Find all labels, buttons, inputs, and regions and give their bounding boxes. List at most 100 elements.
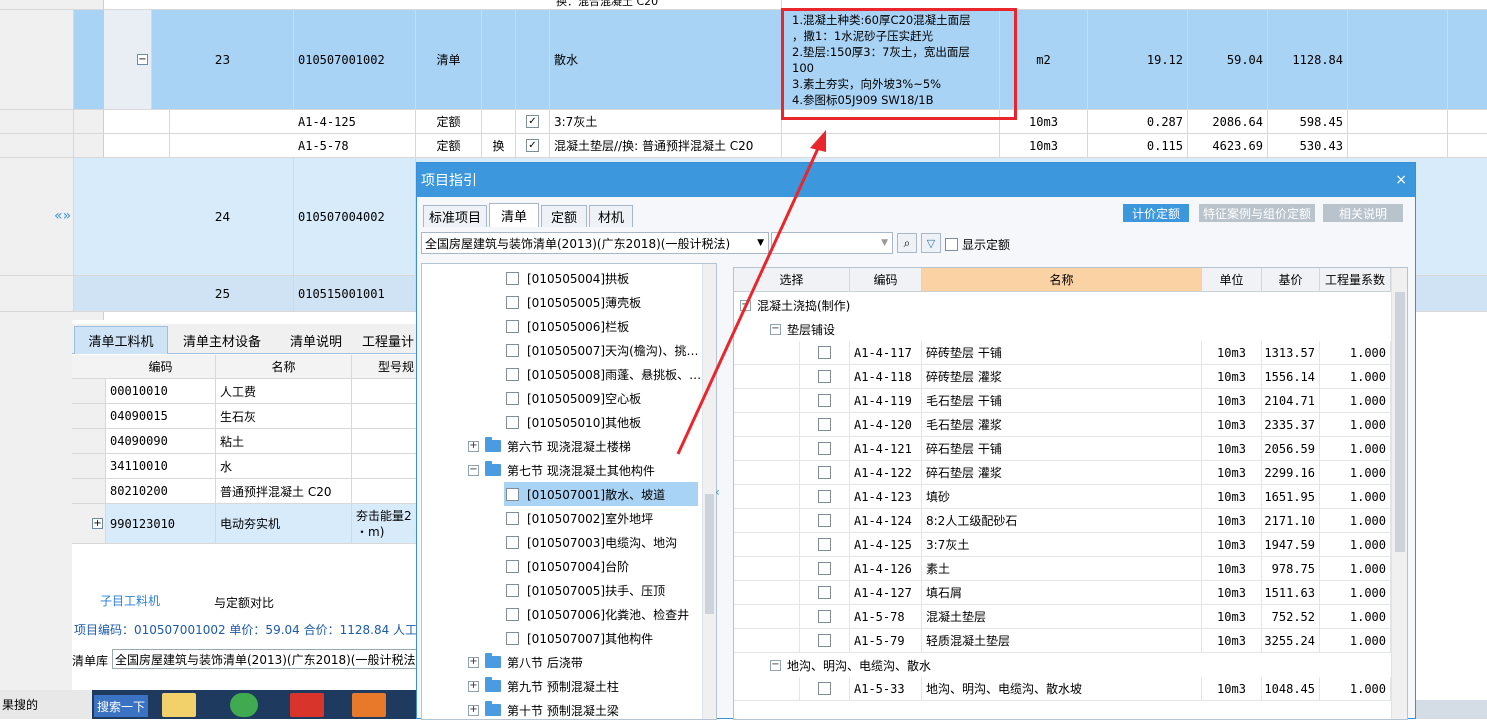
checkbox[interactable] <box>506 415 519 429</box>
quota-row[interactable]: A1-4-125 3:7灰土 10m3 1947.59 1.000 <box>734 533 1391 557</box>
checkbox[interactable] <box>506 367 519 381</box>
tree-item[interactable]: [010505006]栏板 <box>506 314 629 338</box>
quota-row[interactable]: A1-4-124 8:2人工级配砂石 10m3 2171.10 1.000 <box>734 509 1391 533</box>
tree-section[interactable]: + 第八节 后浇带 <box>468 650 583 674</box>
expand-icon[interactable]: + <box>468 440 479 452</box>
tree-item[interactable]: [010505005]薄壳板 <box>506 290 641 314</box>
select-cell[interactable] <box>800 677 850 700</box>
tree-item[interactable]: [010505004]拱板 <box>506 266 629 290</box>
group-row[interactable]: − 地沟、明沟、电缆沟、散水 <box>770 653 931 677</box>
tab-list-materials[interactable]: 清单工料机 <box>74 326 168 354</box>
quota-row[interactable]: A1-4-126 素土 10m3 978.75 1.000 <box>734 557 1391 581</box>
material-row-selected[interactable]: + 990123010 电动夯实机 夯击能量2 ・m) <box>72 504 422 544</box>
select-cell[interactable] <box>800 509 850 532</box>
tree-item-selected[interactable]: [010507001]散水、坡道 <box>504 482 698 506</box>
material-row[interactable]: 80210200 普通预拌混凝土 C20 <box>72 479 422 504</box>
splitter-arrow-icon[interactable]: ‹ <box>715 485 720 499</box>
material-row[interactable]: 04090090 粘土 <box>72 429 422 454</box>
browser-icon[interactable] <box>230 693 258 717</box>
collapse-toggle[interactable]: − <box>137 54 148 65</box>
list-scrollbar[interactable] <box>1391 268 1407 719</box>
tree-section[interactable]: + 第十节 预制混凝土梁 <box>468 698 619 719</box>
quota-row[interactable]: A1-4-127 填石屑 10m3 1511.63 1.000 <box>734 581 1391 605</box>
related-notes-button[interactable]: 相关说明 <box>1323 204 1403 222</box>
checkbox[interactable] <box>506 631 519 645</box>
select-checkbox[interactable] <box>818 514 831 527</box>
app-icon[interactable] <box>290 693 324 717</box>
splitter-arrows-icon[interactable]: «» <box>54 208 71 224</box>
tab-quota[interactable]: 定额 <box>541 205 587 227</box>
tree-section[interactable]: + 第六节 现浇混凝土楼梯 <box>468 434 631 458</box>
select-checkbox[interactable] <box>818 562 831 575</box>
quota-row[interactable]: A1-5-33 地沟、明沟、电缆沟、散水坡 10m3 1048.45 1.000 <box>734 677 1391 701</box>
checkbox[interactable] <box>506 271 519 285</box>
select-cell[interactable] <box>800 629 850 652</box>
material-row[interactable]: 04090015 生石灰 <box>72 404 422 429</box>
folder-icon[interactable] <box>162 693 196 717</box>
lib-select[interactable]: 全国房屋建筑与装饰清单(2013)(广东2018)(一般计税法) <box>112 649 417 669</box>
tree-item[interactable]: [010507007]其他构件 <box>506 626 653 650</box>
select-checkbox[interactable] <box>818 634 831 647</box>
expand-icon[interactable]: + <box>468 656 479 668</box>
checkbox[interactable] <box>506 295 519 309</box>
feature-cases-button[interactable]: 特征案例与组价定额 <box>1199 204 1315 222</box>
search-button[interactable]: 搜索一下 <box>94 695 148 717</box>
tree-section[interactable]: + 第九节 预制混凝土柱 <box>468 674 619 698</box>
select-cell[interactable] <box>800 485 850 508</box>
select-cell[interactable] <box>800 581 850 604</box>
column-header[interactable]: 工程量系数 <box>1320 268 1391 292</box>
expand-icon[interactable]: + <box>468 704 479 716</box>
scrollbar-thumb[interactable] <box>705 494 714 614</box>
select-checkbox[interactable] <box>818 586 831 599</box>
checkbox[interactable] <box>506 607 519 621</box>
show-quota-checkbox[interactable] <box>945 238 958 251</box>
tree-item[interactable]: [010505009]空心板 <box>506 386 641 410</box>
checkbox[interactable] <box>506 583 519 597</box>
column-header[interactable]: 基价 <box>1262 268 1320 292</box>
material-row[interactable]: 34110010 水 <box>72 454 422 479</box>
tree-item[interactable]: [010505010]其他板 <box>506 410 641 434</box>
tab-list-main-materials[interactable]: 清单主材设备 <box>172 326 272 354</box>
quota-row[interactable]: A1-5-78 混凝土垫层 10m3 752.52 1.000 <box>734 605 1391 629</box>
tab-quantity[interactable]: 工程量计 <box>362 326 422 354</box>
quota-checkbox[interactable]: ✓ <box>516 134 550 157</box>
checkbox[interactable] <box>506 535 519 549</box>
show-quota-toggle[interactable]: 显示定额 <box>945 236 1010 253</box>
checkbox[interactable] <box>506 391 519 405</box>
tab-list[interactable]: 清单 <box>489 203 539 227</box>
select-checkbox[interactable] <box>818 490 831 503</box>
tree-item[interactable]: [010507003]电缆沟、地沟 <box>506 530 677 554</box>
column-header-sorted[interactable]: 名称 <box>922 268 1202 292</box>
tab-sub-materials[interactable]: 子目工料机 <box>100 592 160 609</box>
checkbox[interactable] <box>506 487 519 501</box>
column-header[interactable]: 单位 <box>1202 268 1262 292</box>
checkbox[interactable] <box>506 559 519 573</box>
collapse-icon[interactable]: − <box>468 464 479 476</box>
checkbox[interactable] <box>506 343 519 357</box>
tab-materials[interactable]: 材机 <box>589 205 633 227</box>
tree-item[interactable]: [010507004]台阶 <box>506 554 629 578</box>
search-icon[interactable]: ⌕ <box>897 233 917 253</box>
tree-section[interactable]: − 第七节 现浇混凝土其他构件 <box>468 458 655 482</box>
app-icon[interactable] <box>352 693 386 717</box>
select-cell[interactable] <box>800 557 850 580</box>
collapse-icon[interactable]: − <box>770 659 781 671</box>
tab-list-description[interactable]: 清单说明 <box>278 326 354 354</box>
material-row[interactable]: 00010010 人工费 <box>72 379 422 404</box>
column-header[interactable]: 编码 <box>850 268 922 292</box>
filter-icon[interactable]: ▽ <box>921 233 941 253</box>
quota-row[interactable]: A1-4-123 填砂 10m3 1651.95 1.000 <box>734 485 1391 509</box>
expand-icon[interactable]: + <box>92 518 103 529</box>
scrollbar-thumb[interactable] <box>1395 292 1405 552</box>
select-cell[interactable] <box>800 605 850 628</box>
tab-compare-quota[interactable]: 与定额对比 <box>214 594 274 611</box>
select-cell[interactable] <box>800 533 850 556</box>
quota-row[interactable]: A1-5-79 轻质混凝土垫层 10m3 3255.24 1.000 <box>734 629 1391 653</box>
dropdown-arrow-icon[interactable]: ▼ <box>881 238 888 248</box>
tree-item[interactable]: [010507006]化粪池、检查井 <box>506 602 689 626</box>
table-row-23[interactable]: − 23 010507001002 清单 散水 1.混凝土种类:60厚C20混凝… <box>0 10 1487 110</box>
checkbox[interactable] <box>506 511 519 525</box>
select-checkbox[interactable] <box>818 682 831 695</box>
close-icon[interactable]: × <box>1395 172 1407 188</box>
tree-item[interactable]: [010507005]扶手、压顶 <box>506 578 665 602</box>
